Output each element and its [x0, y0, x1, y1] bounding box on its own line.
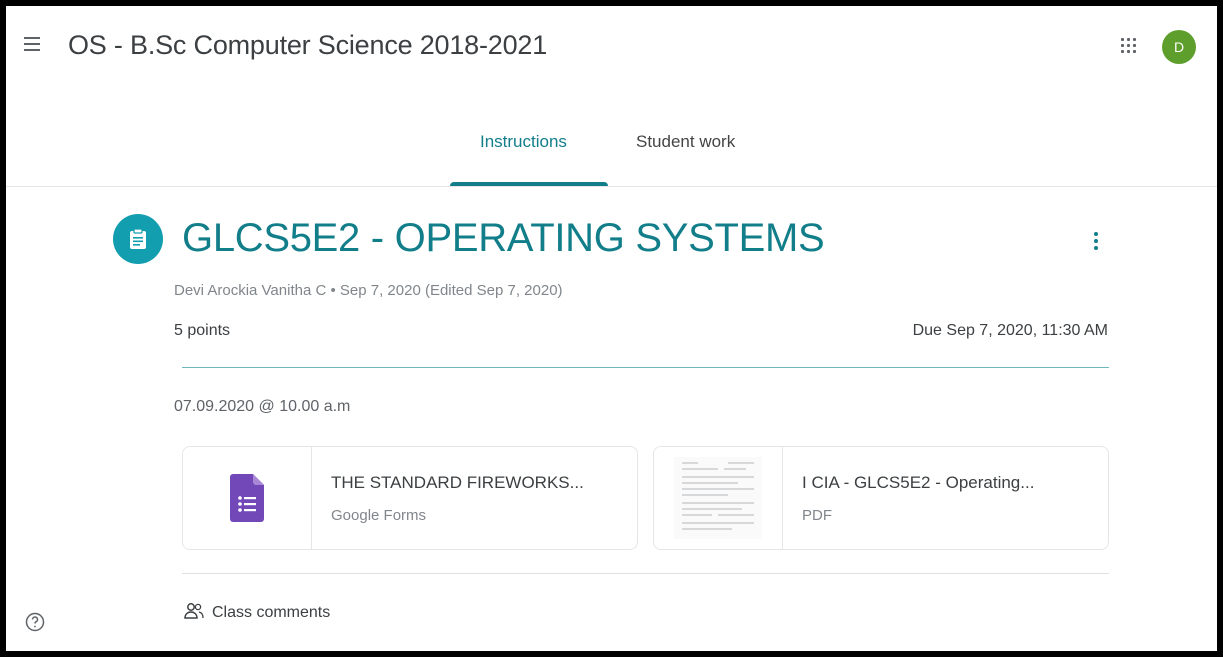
divider — [182, 367, 1109, 368]
avatar[interactable]: D — [1162, 30, 1196, 64]
more-options-icon[interactable] — [1094, 232, 1100, 254]
due-date: Due Sep 7, 2020, 11:30 AM — [912, 322, 1108, 339]
attachment-type: Google Forms — [331, 507, 427, 524]
attachment-pdf[interactable]: I CIA - GLCS5E2 - Operating... PDF — [653, 446, 1109, 550]
assignment-title: GLCS5E2 - OPERATING SYSTEMS — [182, 216, 825, 260]
divider — [182, 573, 1109, 574]
assignment-meta: Devi Arockia Vanitha C • Sep 7, 2020 (Ed… — [174, 282, 563, 299]
menu-icon[interactable] — [24, 37, 44, 55]
help-icon[interactable] — [25, 612, 45, 637]
apps-grid-icon[interactable] — [1119, 36, 1139, 56]
assignment-icon — [113, 214, 163, 264]
tab-bar: Instructions Student work — [6, 88, 1217, 187]
top-bar: OS - B.Sc Computer Science 2018-2021 D — [6, 6, 1217, 88]
class-title[interactable]: OS - B.Sc Computer Science 2018-2021 — [68, 30, 547, 61]
attachment-google-form[interactable]: THE STANDARD FIREWORKS... Google Forms — [182, 446, 638, 550]
tab-instructions[interactable]: Instructions — [480, 132, 567, 152]
classroom-window: OS - B.Sc Computer Science 2018-2021 D I… — [6, 6, 1217, 651]
active-tab-indicator — [450, 182, 608, 186]
tab-student-work[interactable]: Student work — [636, 132, 735, 152]
attachment-type: PDF — [802, 507, 832, 524]
people-icon — [184, 603, 204, 619]
pdf-thumbnail — [654, 447, 783, 549]
attachment-title: I CIA - GLCS5E2 - Operating... — [802, 473, 1035, 492]
instructions-text: 07.09.2020 @ 10.00 a.m — [174, 398, 351, 415]
attachment-title: THE STANDARD FIREWORKS... — [331, 473, 584, 492]
points: 5 points — [174, 322, 231, 339]
class-comments-link[interactable]: Class comments — [184, 602, 330, 622]
class-comments-label: Class comments — [212, 604, 331, 621]
google-forms-icon — [183, 447, 312, 549]
